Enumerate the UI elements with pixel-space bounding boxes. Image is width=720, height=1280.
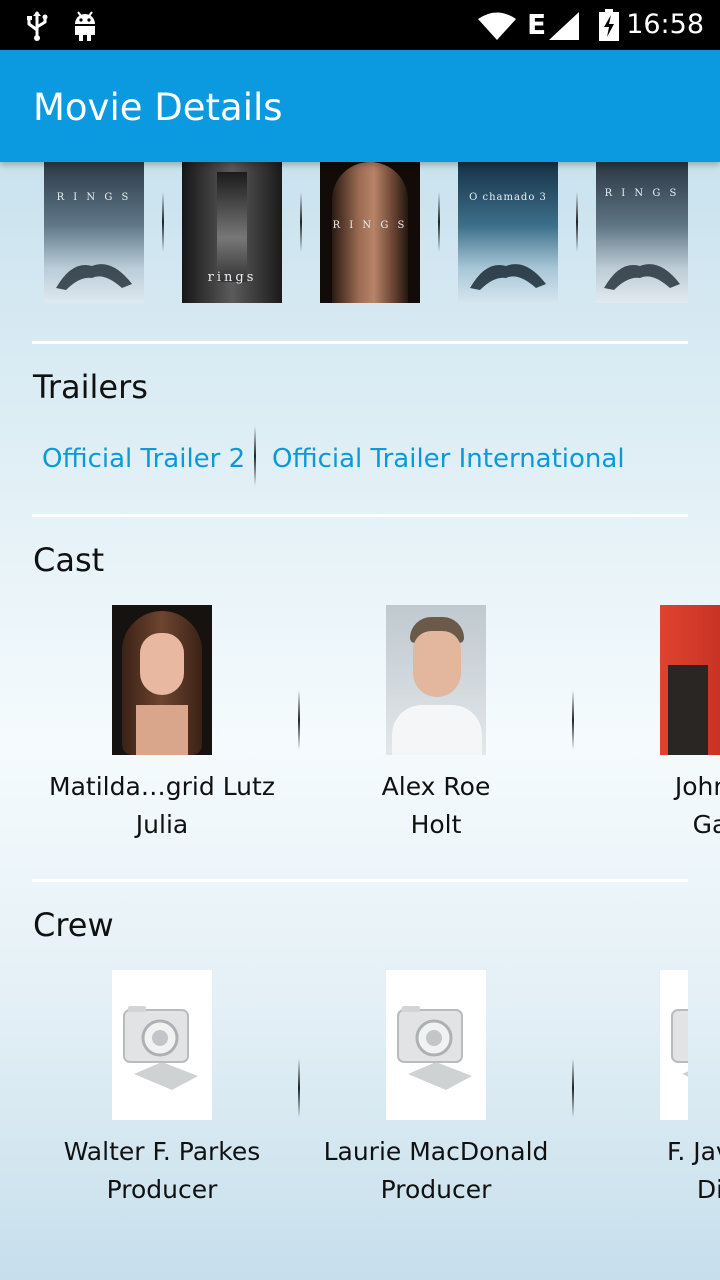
- cast-role: Holt: [410, 810, 462, 839]
- poster-figure: [217, 172, 247, 282]
- crew-role: Di: [696, 1175, 720, 1204]
- cast-role: Julia: [135, 810, 189, 839]
- poster-title: R I N G S: [56, 192, 132, 203]
- poster-figure: [332, 162, 408, 303]
- crew-name: F. Javie: [666, 1137, 720, 1166]
- poster-figure: [470, 264, 546, 290]
- shoulders-shape: [136, 705, 188, 755]
- poster-image[interactable]: O chamado 3: [458, 162, 558, 303]
- crew-member-partial-clip: F. Javie Di: [574, 970, 720, 1220]
- cast-photo: [386, 605, 486, 755]
- photo-placeholder: [112, 970, 212, 1120]
- cast-name: Johnn: [674, 772, 720, 801]
- trailers-heading: Trailers: [33, 368, 148, 406]
- poster-image[interactable]: R I N G S: [596, 162, 688, 303]
- camera-placeholder-icon: [671, 1009, 688, 1077]
- poster-title: R I N G S: [332, 220, 408, 231]
- poster-image[interactable]: R I N G S: [320, 162, 420, 303]
- status-time: 16:58: [626, 9, 704, 40]
- poster-divider: [576, 192, 578, 252]
- photo-placeholder: [660, 970, 688, 1120]
- face-shape: [413, 631, 461, 697]
- poster-divider: [162, 192, 164, 252]
- poster-divider: [438, 192, 440, 252]
- section-divider: [32, 514, 688, 517]
- trailer-link[interactable]: Official Trailer International: [272, 444, 625, 474]
- cast-name: Alex Roe: [381, 772, 491, 801]
- network-type-label: E: [527, 8, 547, 41]
- poster-divider: [300, 192, 302, 252]
- cast-role: Ga: [692, 810, 720, 839]
- poster-image[interactable]: R I N G S: [44, 162, 144, 303]
- wifi-icon: [478, 12, 516, 40]
- crew-role: Producer: [380, 1175, 492, 1204]
- cast-divider: [298, 690, 300, 750]
- crew-role: Producer: [106, 1175, 218, 1204]
- face-shape: [140, 633, 184, 695]
- app-bar: Movie Details: [0, 50, 720, 162]
- battery-charging-icon: [599, 9, 619, 41]
- poster-title: R I N G S: [604, 188, 680, 199]
- cell-signal-icon: [549, 12, 579, 40]
- crew-divider: [298, 1058, 300, 1118]
- photo-placeholder: [386, 970, 486, 1120]
- poster-figure: [56, 264, 132, 290]
- section-divider: [32, 879, 688, 882]
- cast-photo: [660, 605, 720, 755]
- poster-title: rings: [207, 270, 257, 285]
- crew-name: Laurie MacDonald: [323, 1137, 549, 1166]
- cast-member-partial-clip: Johnn Ga: [574, 605, 720, 855]
- poster-gallery[interactable]: R I N G S rings R I N G S O chamado 3 R …: [0, 162, 720, 303]
- crew-heading: Crew: [33, 906, 114, 944]
- status-bar: E 16:58: [0, 0, 720, 50]
- android-icon: [75, 11, 95, 41]
- trailer-divider: [254, 426, 256, 486]
- section-divider: [32, 341, 688, 344]
- cast-photo: [112, 605, 212, 755]
- shirt-shape: [392, 705, 482, 755]
- cast-name: Matilda…grid Lutz: [49, 772, 275, 801]
- camera-placeholder-icon: [123, 1006, 198, 1090]
- usb-icon: [27, 11, 48, 41]
- trailer-link[interactable]: Official Trailer 2: [42, 444, 245, 474]
- poster-figure: [604, 264, 680, 290]
- figure-shape: [668, 665, 708, 755]
- camera-placeholder-icon: [397, 1006, 472, 1090]
- crew-name: Walter F. Parkes: [63, 1137, 261, 1166]
- poster-image[interactable]: rings: [182, 162, 282, 303]
- cast-heading: Cast: [33, 541, 105, 579]
- page-title: Movie Details: [33, 86, 283, 129]
- poster-title: O chamado 3: [469, 192, 547, 203]
